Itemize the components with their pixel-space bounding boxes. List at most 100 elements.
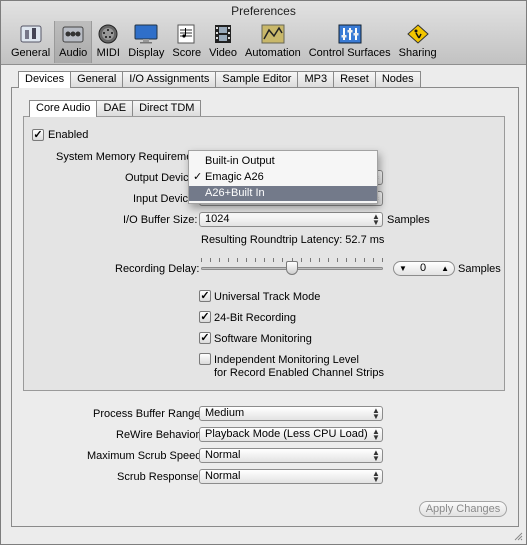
toolbar-automation[interactable]: Automation — [241, 21, 305, 63]
control-surface-icon — [338, 23, 362, 45]
menu-item-label: A26+Built In — [205, 187, 265, 199]
independent-monitoring-label: Independent Monitoring Level — [214, 354, 359, 366]
slider-tick — [246, 258, 247, 262]
toolbar-label: Control Surfaces — [308, 47, 391, 59]
preferences-toolbar: General Audio MIDI Display Score Video A… — [7, 21, 441, 63]
midi-connector-icon — [96, 23, 120, 45]
resize-grip-icon[interactable] — [513, 531, 523, 541]
slider-tick — [301, 258, 302, 262]
slider-tick — [364, 258, 365, 262]
slider-tick — [355, 258, 356, 262]
toolbar-midi[interactable]: MIDI — [92, 21, 124, 63]
bit24-checkbox[interactable]: ✓ — [199, 311, 211, 323]
toolbar-sharing[interactable]: Sharing — [395, 21, 441, 63]
scrub-response-value: Normal — [205, 470, 241, 482]
slider-tick — [273, 258, 274, 262]
io-buffer-popup[interactable]: 1024 ▲ ▼ — [199, 212, 383, 227]
tab-nodes[interactable]: Nodes — [374, 71, 421, 87]
slider-tick — [264, 258, 265, 262]
toolbar-audio[interactable]: Audio — [54, 21, 93, 63]
tab-io-assignments[interactable]: I/O Assignments — [122, 71, 217, 87]
slider-tick — [237, 258, 238, 262]
sub-tab-row: Core Audio DAE Direct TDM — [29, 100, 202, 117]
output-device-label: Output Device — [125, 172, 195, 184]
scrub-response-label: Scrub Response: — [117, 471, 202, 483]
input-device-label: Input Device — [133, 193, 195, 205]
toolbar-label: Display — [128, 47, 165, 59]
slider-tick — [310, 258, 311, 262]
slider-tick — [210, 258, 211, 262]
title-toolbar: Preferences General Audio MIDI Display S… — [1, 1, 526, 65]
stepper-down-icon[interactable]: ▼ — [399, 262, 407, 275]
slider-tick — [228, 258, 229, 262]
system-memory-label: System Memory Requirement — [56, 151, 202, 163]
menu-item-emagic-a26[interactable]: ✓ Emagic A26 — [189, 170, 377, 185]
toolbar-video[interactable]: Video — [205, 21, 241, 63]
max-scrub-popup[interactable]: Normal ▲ ▼ — [199, 448, 383, 463]
toolbar-score[interactable]: Score — [168, 21, 205, 63]
software-monitoring-checkbox[interactable]: ✓ — [199, 332, 211, 344]
slider-tick — [255, 258, 256, 262]
recording-delay-slider-knob[interactable] — [286, 261, 298, 275]
slider-tick — [328, 258, 329, 262]
tab-devices[interactable]: Devices — [18, 71, 72, 88]
rewire-label: ReWire Behavior: — [116, 429, 203, 441]
process-buffer-popup[interactable]: Medium ▲ ▼ — [199, 406, 383, 421]
software-monitoring-label: Software Monitoring — [214, 333, 312, 345]
rewire-popup[interactable]: Playback Mode (Less CPU Load) ▲ ▼ — [199, 427, 383, 442]
menu-item-a26-built-in[interactable]: A26+Built In — [189, 186, 377, 201]
toolbar-label: Sharing — [398, 47, 437, 59]
apply-changes-button[interactable]: Apply Changes — [419, 501, 507, 517]
process-buffer-label: Process Buffer Range: — [93, 408, 204, 420]
bit24-label: 24-Bit Recording — [214, 312, 296, 324]
sharing-sign-icon — [406, 23, 430, 45]
toolbar-label: Video — [209, 47, 238, 59]
popup-arrows-icon: ▲▼ — [372, 448, 380, 463]
tab-sample-editor[interactable]: Sample Editor — [215, 71, 299, 87]
scrub-response-popup[interactable]: Normal ▲ ▼ — [199, 469, 383, 484]
tab-dae[interactable]: DAE — [96, 100, 134, 116]
recording-delay-value: 0 — [420, 262, 427, 274]
universal-track-checkbox[interactable]: ✓ — [199, 290, 211, 302]
tab-direct-tdm[interactable]: Direct TDM — [132, 100, 202, 116]
recording-delay-units: Samples — [458, 263, 501, 275]
audio-interface-icon — [61, 23, 85, 45]
popup-arrows-icon: ▲▼ — [372, 469, 380, 484]
popup-arrows-icon: ▲▼ — [372, 427, 380, 442]
popup-arrows-icon: ▲▼ — [372, 406, 380, 421]
window-title: Preferences — [231, 4, 296, 18]
samples-label: Samples — [387, 214, 430, 226]
independent-monitoring-checkbox[interactable] — [199, 353, 211, 365]
tab-reset[interactable]: Reset — [333, 71, 376, 87]
film-icon — [211, 23, 235, 45]
slider-tick — [382, 258, 383, 262]
toolbar-control-surfaces[interactable]: Control Surfaces — [305, 21, 395, 63]
score-notes-icon — [175, 23, 199, 45]
switch-icon — [19, 23, 43, 45]
tab-core-audio[interactable]: Core Audio — [29, 100, 98, 117]
toolbar-label: General — [11, 47, 51, 59]
tab-general[interactable]: General — [70, 71, 124, 87]
io-buffer-value: 1024 — [205, 213, 230, 225]
slider-tick — [282, 258, 283, 262]
latency-text: Resulting Roundtrip Latency: 52.7 ms — [201, 234, 385, 246]
recording-delay-stepper[interactable]: ▼ 0 ▲ — [393, 261, 455, 276]
stepper-up-icon[interactable]: ▲ — [441, 262, 449, 275]
slider-tick — [373, 258, 374, 262]
toolbar-label: Automation — [245, 47, 301, 59]
universal-track-label: Universal Track Mode — [214, 291, 321, 303]
popup-arrows-icon: ▲▼ — [372, 212, 380, 227]
io-buffer-label: I/O Buffer Size: — [123, 214, 198, 226]
menu-item-built-in-output[interactable]: Built-in Output — [189, 154, 377, 169]
slider-tick — [219, 258, 220, 262]
enabled-checkbox[interactable]: ✓ — [32, 129, 44, 141]
slider-tick — [337, 258, 338, 262]
tab-mp3[interactable]: MP3 — [297, 71, 335, 87]
menu-item-label: Built-in Output — [205, 155, 275, 167]
process-buffer-value: Medium — [205, 407, 245, 419]
max-scrub-label: Maximum Scrub Speed: — [87, 450, 205, 462]
output-device-menu: Built-in Output ✓ Emagic A26 A26+Built I… — [188, 150, 378, 204]
toolbar-display[interactable]: Display — [124, 21, 168, 63]
independent-monitoring-sublabel: for Record Enabled Channel Strips — [214, 367, 384, 379]
toolbar-general[interactable]: General — [7, 21, 54, 63]
